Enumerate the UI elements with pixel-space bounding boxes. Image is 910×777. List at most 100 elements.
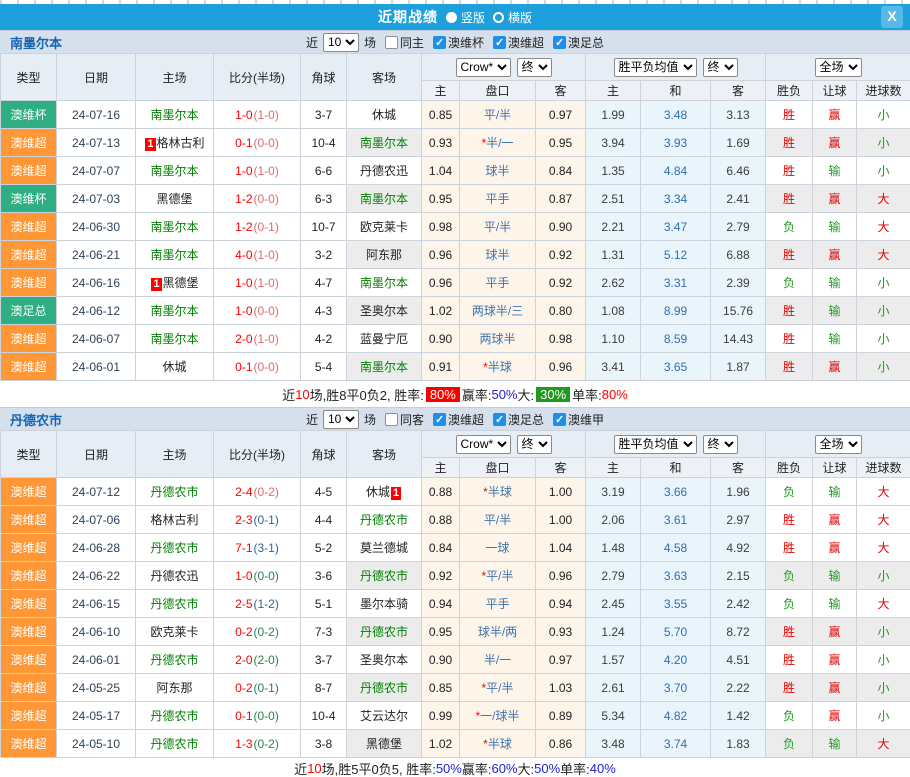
- avg-draw-cell: 3.65: [641, 353, 711, 381]
- league-filter-input-0[interactable]: [433, 36, 446, 49]
- home-team-cell: 丹德农市: [136, 478, 214, 506]
- handicap-line-cell: 平手: [460, 269, 536, 297]
- avg-away-cell: 1.87: [711, 353, 766, 381]
- same-venue-checkbox-input[interactable]: [385, 36, 398, 49]
- subcolumn-header: 客: [536, 81, 586, 101]
- match-row: 澳维超24-06-15丹德农市2-5(1-2)5-1墨尔本骑0.94平手0.94…: [1, 590, 910, 618]
- handicap-result-cell: 输: [813, 325, 857, 353]
- away-odds-cell: 1.00: [536, 506, 586, 534]
- league-badge: 澳维超: [1, 213, 57, 241]
- result-cell: 负: [766, 730, 813, 758]
- team-name-text: 南墨尔本: [150, 220, 198, 234]
- away-team-cell: 黑德堡: [347, 730, 422, 758]
- home-team-cell: 阿东那: [136, 674, 214, 702]
- match-row: 澳维超24-06-01丹德农市2-0(2-0)3-7圣奥尔本0.90半/一0.9…: [1, 646, 910, 674]
- team-name-text: 阿东那: [366, 248, 402, 262]
- away-team-cell: 南墨尔本: [347, 185, 422, 213]
- odds-time-select[interactable]: 终: [517, 58, 552, 77]
- home-odds-cell: 0.92: [422, 562, 460, 590]
- summary-segment: 场,胜5平0负5, 胜率:: [322, 759, 436, 777]
- match-row: 澳维超24-07-12丹德农市2-4(0-2)4-5休城10.88*半球1.00…: [1, 478, 910, 506]
- fulltime-score: 0-2: [235, 681, 252, 695]
- summary-segment: 50%: [491, 387, 517, 402]
- near-label: 近: [306, 411, 318, 428]
- avg-type-select[interactable]: 胜平负均值: [614, 58, 697, 77]
- league-filter-0[interactable]: 澳维杯: [426, 34, 484, 51]
- same-venue-checkbox[interactable]: 同主: [378, 34, 424, 51]
- avg-time-select[interactable]: 终: [703, 435, 738, 454]
- fulltime-score: 1-2: [235, 192, 252, 206]
- subcolumn-header: 胜负: [766, 81, 813, 101]
- home-odds-cell: 1.02: [422, 297, 460, 325]
- radio-vertical-label: 竖版: [461, 9, 485, 26]
- away-team-cell: 丹德农市: [347, 506, 422, 534]
- avg-away-cell: 2.15: [711, 562, 766, 590]
- layout-radio-horizontal[interactable]: 横版: [493, 9, 532, 26]
- layout-radio-vertical[interactable]: 竖版: [446, 9, 485, 26]
- team-name-text: 休城: [372, 108, 396, 122]
- scope-select[interactable]: 全场: [815, 58, 862, 77]
- handicap-line-text: 半球: [488, 737, 512, 751]
- column-header: 主场: [136, 54, 214, 101]
- fulltime-score: 2-0: [235, 332, 252, 346]
- away-team-cell: 南墨尔本: [347, 269, 422, 297]
- result-cell: 胜: [766, 674, 813, 702]
- fulltime-score: 0-1: [235, 136, 252, 150]
- result-cell: 负: [766, 590, 813, 618]
- handicap-result-cell: 赢: [813, 506, 857, 534]
- handicap-line-cell: 球半/两: [460, 618, 536, 646]
- odds-company-select[interactable]: Crow*: [456, 435, 511, 454]
- league-filter-input-1[interactable]: [493, 36, 506, 49]
- result-cell: 胜: [766, 325, 813, 353]
- score-cell: 2-0(2-0): [214, 646, 301, 674]
- away-team-cell: 丹德农迅: [347, 157, 422, 185]
- league-filter-2[interactable]: 澳维甲: [546, 411, 604, 428]
- handicap-line-cell: *平/半: [460, 562, 536, 590]
- home-team-cell: 黑德堡: [136, 185, 214, 213]
- corners-cell: 10-4: [301, 702, 347, 730]
- corners-cell: 6-3: [301, 185, 347, 213]
- radio-selected-icon[interactable]: [446, 12, 457, 23]
- same-venue-checkbox[interactable]: 同客: [378, 411, 424, 428]
- league-filter-0[interactable]: 澳维超: [426, 411, 484, 428]
- scope-select[interactable]: 全场: [815, 435, 862, 454]
- team-name-text: 丹德农市: [150, 709, 198, 723]
- subcolumn-header: 进球数: [857, 458, 910, 478]
- summary-segment: 赢率:: [462, 759, 492, 777]
- avg-time-select[interactable]: 终: [703, 58, 738, 77]
- team-name-text: 圣奥尔本: [360, 653, 408, 667]
- close-icon[interactable]: X: [881, 6, 903, 28]
- date-cell: 24-06-21: [57, 241, 136, 269]
- radio-unselected-icon[interactable]: [493, 12, 504, 23]
- handicap-line-text: 平手: [485, 276, 509, 290]
- league-filter-1[interactable]: 澳维超: [486, 34, 544, 51]
- matches-count-select[interactable]: 10: [323, 410, 359, 429]
- league-filter-2[interactable]: 澳足总: [546, 34, 604, 51]
- league-filter-1[interactable]: 澳足总: [486, 411, 544, 428]
- score-cell: 1-0(1-0): [214, 157, 301, 185]
- league-filter-input-2[interactable]: [553, 36, 566, 49]
- odds-company-select[interactable]: Crow*: [456, 58, 511, 77]
- match-row: 澳维超24-05-25阿东那0-2(0-1)8-7丹德农市0.85*平/半1.0…: [1, 674, 910, 702]
- league-filter-input-2[interactable]: [553, 413, 566, 426]
- handicap-result-cell: 输: [813, 269, 857, 297]
- corners-cell: 3-2: [301, 241, 347, 269]
- league-badge: 澳维超: [1, 534, 57, 562]
- column-header: 客场: [347, 431, 422, 478]
- odds-time-select[interactable]: 终: [517, 435, 552, 454]
- home-odds-cell: 0.94: [422, 590, 460, 618]
- subcolumn-header: 盘口: [460, 458, 536, 478]
- matches-count-select[interactable]: 10: [323, 33, 359, 52]
- home-odds-cell: 0.90: [422, 646, 460, 674]
- league-badge: 澳维超: [1, 506, 57, 534]
- avg-type-select[interactable]: 胜平负均值: [614, 435, 697, 454]
- avg-draw-cell: 5.12: [641, 241, 711, 269]
- team-name-text: 格林古利: [150, 513, 198, 527]
- corners-cell: 3-7: [301, 101, 347, 129]
- same-venue-checkbox-input[interactable]: [385, 413, 398, 426]
- league-filter-input-0[interactable]: [433, 413, 446, 426]
- league-filter-input-1[interactable]: [493, 413, 506, 426]
- fulltime-score: 2-3: [235, 513, 252, 527]
- subcolumn-header: 主: [586, 81, 641, 101]
- fulltime-score: 1-0: [235, 108, 252, 122]
